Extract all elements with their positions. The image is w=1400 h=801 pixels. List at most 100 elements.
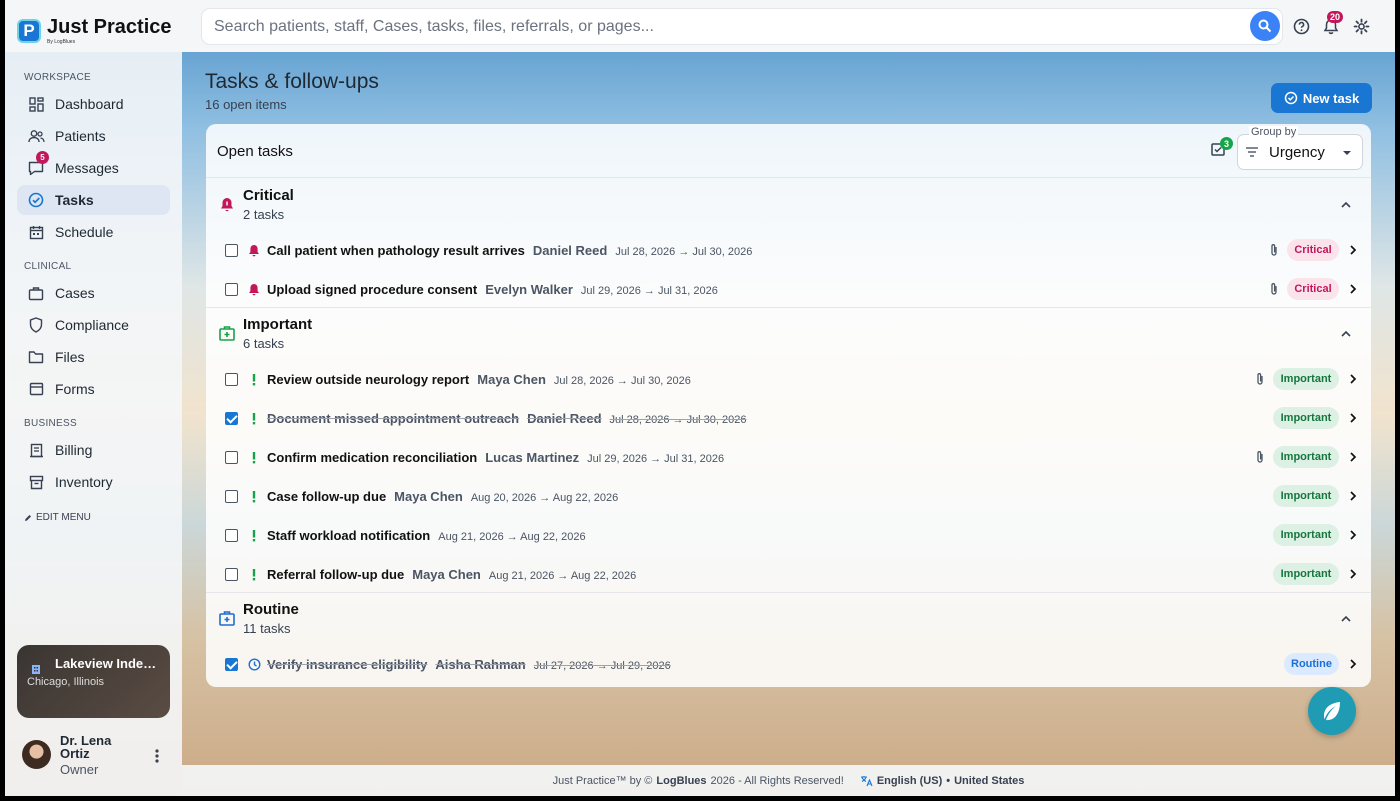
task-assignee[interactable]: Maya Chen (477, 372, 546, 387)
task-title: Confirm medication reconciliation (267, 450, 478, 465)
task-title: Case follow-up due (267, 489, 387, 504)
clock-icon (247, 657, 261, 671)
task-row[interactable]: Referral follow-up due Maya Chen Aug 21,… (206, 555, 1371, 594)
task-assignee[interactable]: Aisha Rahman (435, 657, 525, 672)
task-dates: Jul 28, 2026 → Jul 30, 2026 (553, 375, 691, 387)
chevron-right-icon[interactable] (1346, 282, 1360, 296)
help-button[interactable] (1291, 16, 1311, 36)
group-title: Critical (243, 187, 294, 204)
sidebar-item-patients[interactable]: Patients (17, 121, 170, 151)
group-by-select[interactable]: Urgency (1237, 134, 1363, 170)
group-header[interactable]: Routine 11 tasks (206, 593, 1371, 645)
chevron-right-icon[interactable] (1346, 243, 1360, 257)
group-count: 2 tasks (243, 207, 285, 222)
app-logo[interactable]: P Just Practice By LogBlues (17, 16, 172, 45)
sidebar-item-dashboard[interactable]: Dashboard (17, 89, 170, 119)
sidebar-item-messages[interactable]: 5 Messages (17, 151, 170, 183)
schedule-icon (26, 222, 46, 242)
sidebar-item-compliance[interactable]: Compliance (17, 310, 170, 340)
task-checkbox[interactable] (225, 451, 238, 464)
task-row[interactable]: Verify insurance eligibility Aisha Rahma… (206, 645, 1371, 684)
group-header[interactable]: Critical 2 tasks (206, 179, 1371, 231)
chevron-right-icon[interactable] (1346, 450, 1360, 464)
search-input[interactable] (214, 9, 1224, 44)
task-row[interactable]: Call patient when pathology result arriv… (206, 231, 1371, 270)
task-assignee[interactable]: Daniel Reed (533, 243, 607, 258)
task-checkbox[interactable] (225, 568, 238, 581)
sidebar-item-cases[interactable]: Cases (17, 278, 170, 308)
section-label-workspace: WORKSPACE (24, 72, 91, 83)
chevron-up-icon[interactable] (1338, 326, 1354, 342)
task-assignee[interactable]: Maya Chen (394, 489, 463, 504)
settings-button[interactable] (1351, 16, 1371, 36)
chevron-right-icon[interactable] (1346, 489, 1360, 503)
task-assignee[interactable]: Maya Chen (412, 567, 481, 582)
task-checkbox[interactable] (225, 490, 238, 503)
building-icon (32, 665, 40, 674)
chevron-right-icon[interactable] (1346, 528, 1360, 542)
task-row[interactable]: Upload signed procedure consent Evelyn W… (206, 270, 1371, 309)
exclamation-icon (247, 489, 261, 503)
exclamation-icon (247, 411, 261, 425)
task-row[interactable]: Review outside neurology report Maya Che… (206, 360, 1371, 399)
new-task-label: New task (1302, 90, 1360, 106)
task-assignee[interactable]: Daniel Reed (527, 411, 601, 426)
edit-menu-button[interactable]: EDIT MENU (24, 512, 91, 523)
task-row[interactable]: Document missed appointment outreach Dan… (206, 399, 1371, 438)
task-dates: Jul 28, 2026 → Jul 30, 2026 (609, 414, 747, 426)
task-dates: Jul 29, 2026 → Jul 31, 2026 (580, 285, 718, 297)
edit-menu-label: EDIT MENU (36, 512, 91, 523)
language-selector[interactable]: English (US) • United States (860, 775, 1024, 787)
chevron-right-icon[interactable] (1346, 411, 1360, 425)
task-assignee[interactable]: Lucas Martinez (485, 450, 579, 465)
footer-brand: LogBlues (656, 774, 707, 787)
user-menu-button[interactable] (149, 746, 165, 766)
task-checkbox[interactable] (225, 412, 238, 425)
chevron-right-icon[interactable] (1346, 567, 1360, 581)
task-checkbox[interactable] (225, 283, 238, 296)
task-checkbox[interactable] (225, 244, 238, 257)
user-profile[interactable]: Dr. Lena Ortiz Owner (17, 734, 170, 780)
notifications-badge: 20 (1327, 11, 1344, 23)
status-badge: Important (1273, 524, 1339, 546)
task-checkbox[interactable] (225, 658, 238, 671)
clinic-switcher[interactable]: Lakeview Independent C... Chicago, Illin… (17, 645, 170, 718)
page-title: Tasks & follow-ups (205, 70, 379, 93)
clinic-location: Chicago, Illinois (27, 676, 105, 688)
chevron-right-icon[interactable] (1346, 657, 1360, 671)
search-icon (1258, 19, 1272, 33)
critical-bell-icon (247, 243, 261, 257)
search-button[interactable] (1250, 11, 1280, 41)
status-badge: Critical (1287, 239, 1339, 261)
new-task-button[interactable]: New task (1271, 83, 1372, 113)
group-header[interactable]: Important 6 tasks (206, 308, 1371, 360)
task-title: Referral follow-up due (267, 567, 405, 582)
sidebar-item-schedule[interactable]: Schedule (17, 217, 170, 247)
chevron-up-icon[interactable] (1338, 611, 1354, 627)
global-search (202, 9, 1282, 44)
task-row[interactable]: Confirm medication reconciliation Lucas … (206, 438, 1371, 477)
sidebar-item-files[interactable]: Files (17, 342, 170, 372)
task-row[interactable]: Staff workload notification Aug 21, 2026… (206, 516, 1371, 555)
sidebar-item-inventory[interactable]: Inventory (17, 467, 170, 497)
task-checkbox[interactable] (225, 373, 238, 386)
medical-bag-icon (219, 326, 235, 341)
task-checkbox[interactable] (225, 529, 238, 542)
chevron-up-icon[interactable] (1338, 197, 1354, 213)
forms-icon (26, 379, 46, 399)
task-title: Staff workload notification (267, 528, 431, 543)
tasks-icon (26, 190, 46, 210)
task-assignee[interactable]: Evelyn Walker (485, 282, 573, 297)
paperclip-icon (1271, 244, 1277, 256)
task-row[interactable]: Case follow-up due Maya Chen Aug 20, 202… (206, 477, 1371, 516)
task-group-routine: Routine 11 tasks Verify insurance eligib… (206, 592, 1371, 684)
task-dates: Aug 20, 2026 → Aug 22, 2026 (470, 492, 619, 504)
chevron-right-icon[interactable] (1346, 372, 1360, 386)
sidebar-item-forms[interactable]: Forms (17, 374, 170, 404)
patients-icon (26, 126, 46, 146)
sidebar-item-tasks[interactable]: Tasks (17, 185, 170, 215)
sidebar-item-label: Dashboard (55, 96, 124, 112)
sidebar-item-billing[interactable]: Billing (17, 435, 170, 465)
assistant-button[interactable] (1308, 687, 1356, 735)
section-label-clinical: CLINICAL (24, 261, 72, 272)
